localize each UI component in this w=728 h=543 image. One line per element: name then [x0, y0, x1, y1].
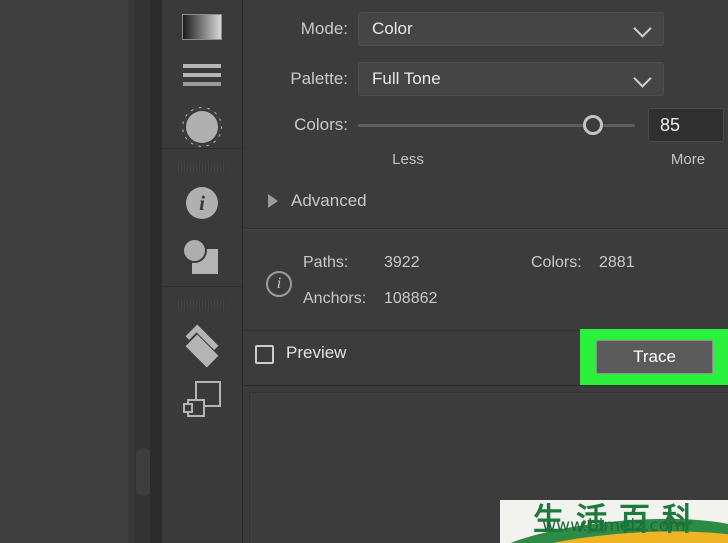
info-circle-icon: i [186, 187, 218, 219]
panel-gutter-right [150, 0, 162, 543]
watermark-url: www.bimeiz.com [542, 516, 686, 536]
toolbar-drag-handle[interactable] [178, 300, 226, 310]
colors-more-label: More [670, 150, 706, 168]
toolbar-item-align[interactable] [162, 48, 242, 102]
toolbar-item-pathfinder[interactable] [162, 230, 242, 284]
toolbar-item-info[interactable]: i [162, 176, 242, 230]
trace-stats-block: i Paths: 3922 Colors: 2881 Anchors: 1088… [243, 240, 728, 328]
palette-dropdown[interactable]: Full Tone [358, 62, 664, 96]
gradient-icon [182, 14, 222, 40]
image-trace-panel-screenshot: i Mode: Color Palette: Full Tone Colors:… [0, 0, 728, 543]
vertical-icon-toolbar: i [162, 0, 243, 543]
colors-row: Colors: 85 [243, 108, 728, 142]
canvas-area [0, 0, 128, 543]
colors-less-label: Less [392, 150, 424, 168]
info-circle-icon: i [266, 271, 292, 297]
toolbar-item-transform[interactable] [162, 100, 242, 154]
mode-row: Mode: Color [243, 12, 728, 46]
colors-slider[interactable] [358, 108, 635, 142]
watermark: 生活百科 www.bimeiz.com [500, 500, 728, 543]
preview-checkbox[interactable] [255, 345, 274, 364]
pathfinder-icon [184, 240, 220, 274]
toolbar-divider [162, 286, 242, 287]
layers-icon [180, 324, 224, 368]
palette-label: Palette: [290, 69, 348, 88]
image-trace-options-panel: Mode: Color Palette: Full Tone Colors: 8… [243, 0, 728, 543]
advanced-section-toggle[interactable]: Advanced [243, 186, 728, 216]
triangle-right-icon [268, 194, 278, 208]
colors-count-label: Colors: [531, 254, 582, 271]
mode-dropdown[interactable]: Color [358, 12, 664, 46]
palette-value: Full Tone [372, 69, 441, 88]
colors-slider-handle[interactable] [583, 115, 604, 135]
chevron-down-icon [633, 69, 652, 88]
align-bars-icon [183, 64, 221, 86]
colors-value-input[interactable]: 85 [648, 108, 724, 142]
mode-value: Color [372, 19, 413, 38]
chevron-down-icon [633, 19, 652, 38]
transform-circle-icon [180, 105, 224, 149]
palette-row: Palette: Full Tone [243, 62, 728, 96]
toolbar-item-duplicate[interactable] [162, 372, 242, 426]
colors-hints-row: Less More [243, 148, 728, 170]
mode-label: Mode: [300, 19, 348, 38]
colors-count-value: 2881 [599, 254, 635, 271]
colors-label: Colors: [294, 115, 348, 134]
section-divider-highlight [243, 229, 728, 230]
colors-value-text: 85 [660, 114, 681, 135]
toolbar-item-layers[interactable] [162, 316, 242, 370]
toolbar-divider [162, 148, 242, 149]
anchors-value: 108862 [384, 290, 438, 307]
panel-footer: Preview Trace [243, 329, 728, 385]
toolbar-item-gradient[interactable] [162, 0, 242, 54]
toolbar-drag-handle[interactable] [178, 162, 226, 172]
anchors-label: Anchors: [303, 290, 367, 307]
duplicate-shapes-icon [183, 381, 221, 417]
trace-button[interactable]: Trace [596, 340, 713, 374]
paths-value: 3922 [384, 254, 420, 271]
vertical-scrollbar-thumb[interactable] [136, 448, 151, 496]
advanced-label: Advanced [291, 191, 367, 210]
paths-label: Paths: [303, 254, 349, 271]
preview-label: Preview [286, 343, 347, 362]
